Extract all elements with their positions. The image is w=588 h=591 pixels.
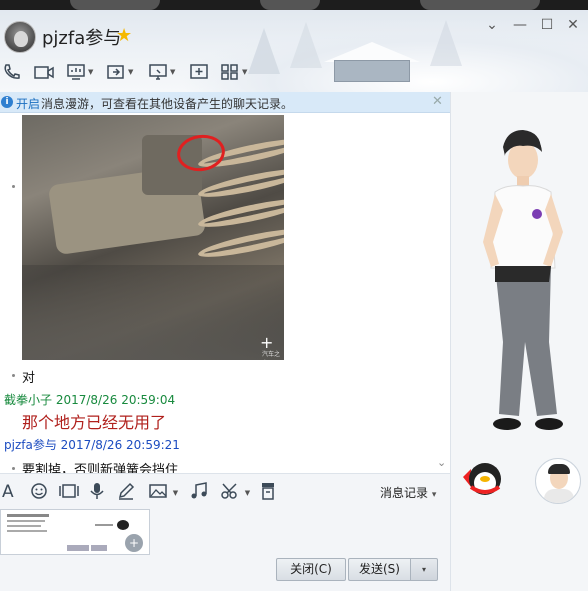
close-button[interactable]: 关闭(C) <box>276 558 346 581</box>
photo-spring-coil <box>196 163 284 203</box>
cabin-decoration <box>324 42 420 82</box>
message-input-area[interactable]: + 关闭(C) 发送(S) ▾ <box>0 509 450 591</box>
pasted-screenshot-thumbnail[interactable]: + <box>0 509 150 555</box>
contact-avatar[interactable] <box>4 21 36 53</box>
more-apps-icon[interactable]: ▼ <box>220 61 247 83</box>
message-sender: 截拳小子 2017/8/26 20:59:04 <box>4 391 175 408</box>
sender-name: pjzfa参与 <box>4 438 57 452</box>
history-label: 消息记录 <box>380 486 429 500</box>
message-text: 要割掉，否则新弹簧会挡住 <box>22 463 179 473</box>
message-text: 那个地方已经无用了 <box>22 413 167 432</box>
message-photo[interactable]: + 汽车之家 <box>22 115 284 360</box>
zoom-icon[interactable]: + <box>125 534 143 552</box>
photo-ground <box>22 265 284 360</box>
minimize-button[interactable]: — <box>510 15 530 35</box>
vip-star-icon[interactable]: ★ <box>116 25 132 46</box>
header-top-strip <box>0 0 588 10</box>
my-avatar[interactable] <box>535 458 581 504</box>
chevron-down-icon[interactable]: ⌄ <box>437 456 446 469</box>
emoji-icon[interactable] <box>30 482 48 502</box>
message-time: 2017/8/26 20:59:04 <box>55 393 176 407</box>
screen-share-icon[interactable]: ▼ <box>66 61 93 83</box>
roaming-info-bar: i 开启 消息漫游，可查看在其他设备产生的聊天记录。 ✕ <box>0 92 450 113</box>
photo-spring-coil <box>196 223 284 263</box>
photo-spring-coil <box>196 193 284 233</box>
image-icon[interactable]: ▼ <box>148 482 178 502</box>
phone-icon[interactable] <box>2 61 22 83</box>
close-info-bar-icon[interactable]: ✕ <box>432 94 443 109</box>
sender-name: 截拳小子 <box>4 393 53 407</box>
avatar-show-panel <box>450 92 588 591</box>
shake-icon[interactable] <box>260 482 276 502</box>
close-window-button[interactable]: ✕ <box>563 15 583 35</box>
info-text: 消息漫游，可查看在其他设备产生的聊天记录。 <box>41 97 294 111</box>
avatar-figure[interactable] <box>451 92 588 591</box>
message-sender: pjzfa参与 2017/8/26 20:59:21 <box>4 436 180 453</box>
music-icon[interactable] <box>190 482 208 502</box>
send-button[interactable]: 发送(S) <box>348 558 410 581</box>
tree-decoration <box>430 20 462 66</box>
tree-decoration <box>248 28 280 74</box>
add-app-icon[interactable] <box>189 61 209 83</box>
font-icon[interactable]: A <box>2 482 14 502</box>
contact-name[interactable]: pjzfa参与 <box>42 24 121 50</box>
message-history-button[interactable]: 消息记录 ▾ <box>380 484 436 501</box>
qq-penguin-icon[interactable] <box>457 457 507 499</box>
chat-window: pjzfa参与 ★ ⌄ — ☐ ✕ ▼ ▼ ▼ ▼ i 开启 消息漫游，可查看在… <box>0 0 588 591</box>
message-bullet <box>12 374 15 377</box>
voice-icon[interactable] <box>89 482 105 502</box>
remote-assist-icon[interactable]: ▼ <box>106 61 133 83</box>
message-time: 2017/8/26 20:59:21 <box>60 438 180 452</box>
screenshot-icon[interactable]: ▼ <box>220 482 250 502</box>
message-text: 对 <box>22 371 36 386</box>
info-icon: i <box>1 96 13 108</box>
send-options-dropdown-icon[interactable]: ▾ <box>410 558 438 581</box>
gif-icon[interactable] <box>58 482 80 502</box>
chat-history[interactable]: + 汽车之家 对 截拳小子 2017/8/26 20:59:04 那个地方已经无… <box>0 113 450 473</box>
maximize-button[interactable]: ☐ <box>537 15 557 35</box>
tree-decoration <box>290 22 322 68</box>
chat-header: pjzfa参与 ★ ⌄ — ☐ ✕ ▼ ▼ ▼ ▼ <box>0 0 588 92</box>
input-toolbar: A ▼ ▼ 消息记录 ▾ <box>0 473 450 509</box>
handwriting-icon[interactable] <box>117 482 135 502</box>
video-call-icon[interactable] <box>33 61 55 83</box>
enable-roaming-link[interactable]: 开启 <box>16 95 40 112</box>
settings-chevron-icon[interactable]: ⌄ <box>482 15 502 35</box>
message-bullet <box>12 185 15 188</box>
message-bullet <box>12 467 15 470</box>
history-dropdown-icon: ▾ <box>431 490 437 500</box>
screen-capture-icon[interactable]: ▼ <box>148 61 175 83</box>
photo-watermark: 汽车之家 <box>262 351 281 358</box>
